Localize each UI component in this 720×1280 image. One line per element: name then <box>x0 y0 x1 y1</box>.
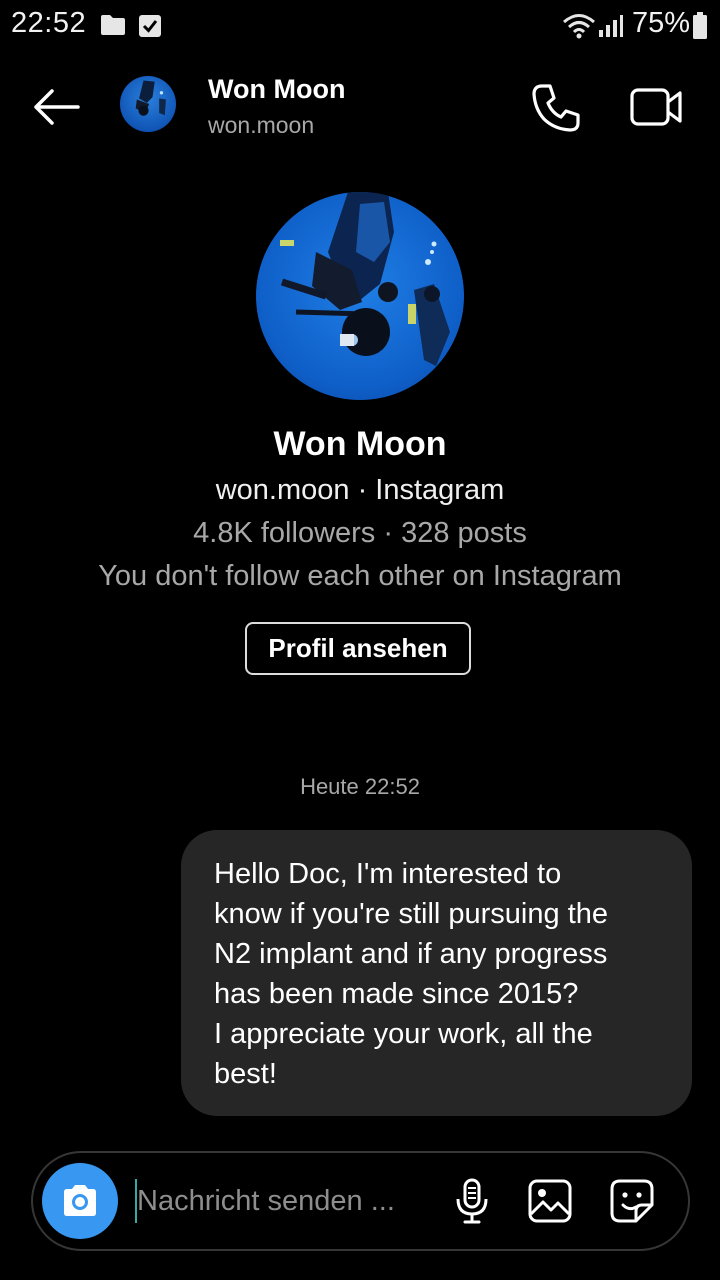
voice-message-button[interactable] <box>447 1176 497 1226</box>
signal-icon <box>599 15 623 37</box>
message-composer <box>31 1151 690 1251</box>
avatar-diver-image <box>120 76 176 132</box>
battery-percentage: 75% <box>632 7 691 39</box>
header-avatar[interactable] <box>120 76 176 132</box>
outgoing-message-bubble[interactable]: Hello Doc, I'm interested to know if you… <box>181 830 692 1116</box>
microphone-icon <box>456 1178 488 1224</box>
sticker-button[interactable] <box>607 1176 657 1226</box>
wifi-icon <box>563 14 595 39</box>
folder-icon <box>101 15 125 35</box>
sticker-icon <box>610 1179 654 1223</box>
image-icon <box>528 1179 572 1223</box>
battery-icon <box>693 12 707 39</box>
video-camera-icon <box>630 88 682 126</box>
back-button[interactable] <box>28 82 84 132</box>
status-time: 22:52 <box>11 7 87 39</box>
profile-name: Won Moon <box>273 425 447 463</box>
profile-avatar[interactable] <box>256 192 464 400</box>
camera-button[interactable] <box>42 1163 118 1239</box>
message-input[interactable] <box>137 1175 427 1227</box>
phone-icon <box>532 84 580 132</box>
checkbox-icon <box>139 15 161 37</box>
gallery-button[interactable] <box>525 1176 575 1226</box>
chat-header: Won Moon won.moon <box>0 52 720 162</box>
message-text: Hello Doc, I'm interested to know if you… <box>214 858 609 1090</box>
video-call-button[interactable] <box>628 80 686 136</box>
camera-icon <box>64 1185 96 1216</box>
arrow-left-icon <box>34 89 80 125</box>
profile-diver-image <box>256 192 464 400</box>
view-profile-button[interactable]: Profil ansehen <box>245 622 471 675</box>
message-timestamp: Heute 22:52 <box>300 774 420 799</box>
header-contact-username[interactable]: won.moon <box>208 112 314 139</box>
profile-stats: 4.8K followers · 328 posts <box>193 517 527 549</box>
header-contact-name[interactable]: Won Moon <box>208 74 345 105</box>
follow-relation-text: You don't follow each other on Instagram <box>98 560 622 592</box>
audio-call-button[interactable] <box>528 80 584 136</box>
status-bar: 22:52 75% <box>0 0 720 52</box>
profile-handle: won.moon · Instagram <box>215 474 505 506</box>
